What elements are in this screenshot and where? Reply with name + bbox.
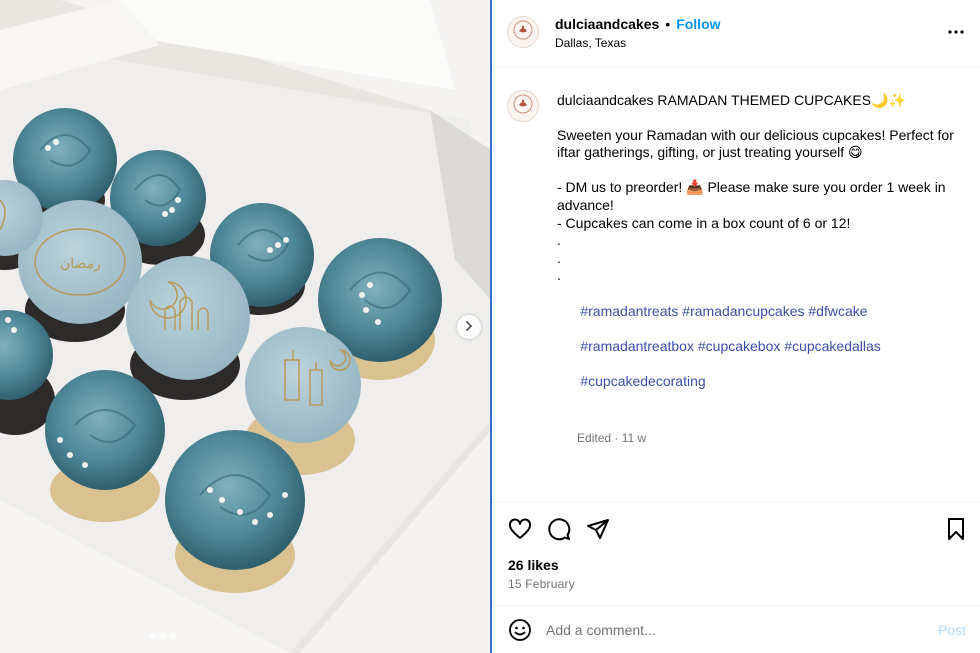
hashtag[interactable]: #cupcakebox	[698, 338, 781, 354]
hashtag[interactable]: #dfwcake	[808, 303, 867, 319]
caption-body: Sweeten your Ramadan with our delicious …	[557, 126, 954, 284]
bakery-logo-icon	[512, 93, 534, 120]
bakery-logo-icon	[512, 19, 534, 46]
chevron-right-icon	[464, 318, 474, 336]
follow-button[interactable]: Follow	[676, 16, 720, 32]
heart-icon	[508, 518, 532, 545]
comment-input[interactable]	[546, 620, 906, 640]
share-button[interactable]	[586, 517, 612, 543]
post-date: 15 February	[508, 577, 575, 591]
post-actions: 26 likes 15 February	[492, 502, 980, 605]
more-options-button[interactable]	[948, 24, 964, 45]
carousel-dot-2	[160, 633, 166, 639]
post-detail-panel: dulciaandcakes • Follow Dallas, Texas dulc…	[492, 0, 980, 653]
post-author-username[interactable]: dulciaandcakes	[555, 16, 659, 32]
carousel-next-button[interactable]	[457, 315, 481, 339]
caption-avatar[interactable]	[507, 90, 539, 122]
likes-count[interactable]: 26 likes	[508, 557, 559, 573]
post-location[interactable]: Dallas, Texas	[555, 36, 626, 50]
share-icon	[586, 519, 610, 545]
caption-title: RAMADAN THEMED CUPCAKES🌙✨	[653, 92, 906, 108]
caption-hashtags: #ramadantreats #ramadancupcakes #dfwcake…	[557, 285, 969, 408]
more-horizontal-icon	[948, 27, 964, 44]
hashtag[interactable]: #ramadancupcakes	[682, 303, 804, 319]
caption-username[interactable]: dulciaandcakes	[557, 92, 654, 108]
comment-icon	[547, 518, 571, 545]
like-button[interactable]	[508, 517, 534, 543]
svg-text:رمضان: رمضان	[60, 256, 101, 272]
hashtag[interactable]: #cupcakedecorating	[580, 373, 705, 389]
post-comment-button[interactable]: Post	[938, 622, 966, 638]
carousel-dot-3	[170, 633, 176, 639]
time-ago[interactable]: 11 w	[622, 431, 646, 445]
caption-meta: Edited · 11 w	[577, 430, 647, 445]
comment-button[interactable]	[547, 517, 573, 543]
post-header: dulciaandcakes • Follow Dallas, Texas	[492, 0, 980, 68]
cupcake-box-photo: رمضان	[0, 0, 491, 653]
profile-avatar[interactable]	[507, 16, 539, 48]
emoji-button[interactable]	[508, 618, 532, 642]
hashtag[interactable]: #ramadantreatbox	[580, 338, 694, 354]
post-photo[interactable]: رمضان	[0, 0, 491, 653]
emoji-icon	[508, 619, 532, 646]
carousel-dot-1	[150, 633, 156, 639]
separator-dot: •	[665, 16, 671, 32]
comment-bar: Post	[492, 605, 980, 653]
edited-label: Edited	[577, 430, 612, 445]
hashtag[interactable]: #ramadantreats	[580, 303, 678, 319]
carousel-indicator	[150, 633, 176, 639]
bookmark-icon	[944, 518, 968, 545]
hashtag[interactable]: #cupcakedallas	[784, 338, 881, 354]
save-button[interactable]	[944, 517, 970, 543]
post-caption: dulciaandcakes RAMADAN THEMED CUPCAKES🌙✨…	[557, 92, 969, 465]
